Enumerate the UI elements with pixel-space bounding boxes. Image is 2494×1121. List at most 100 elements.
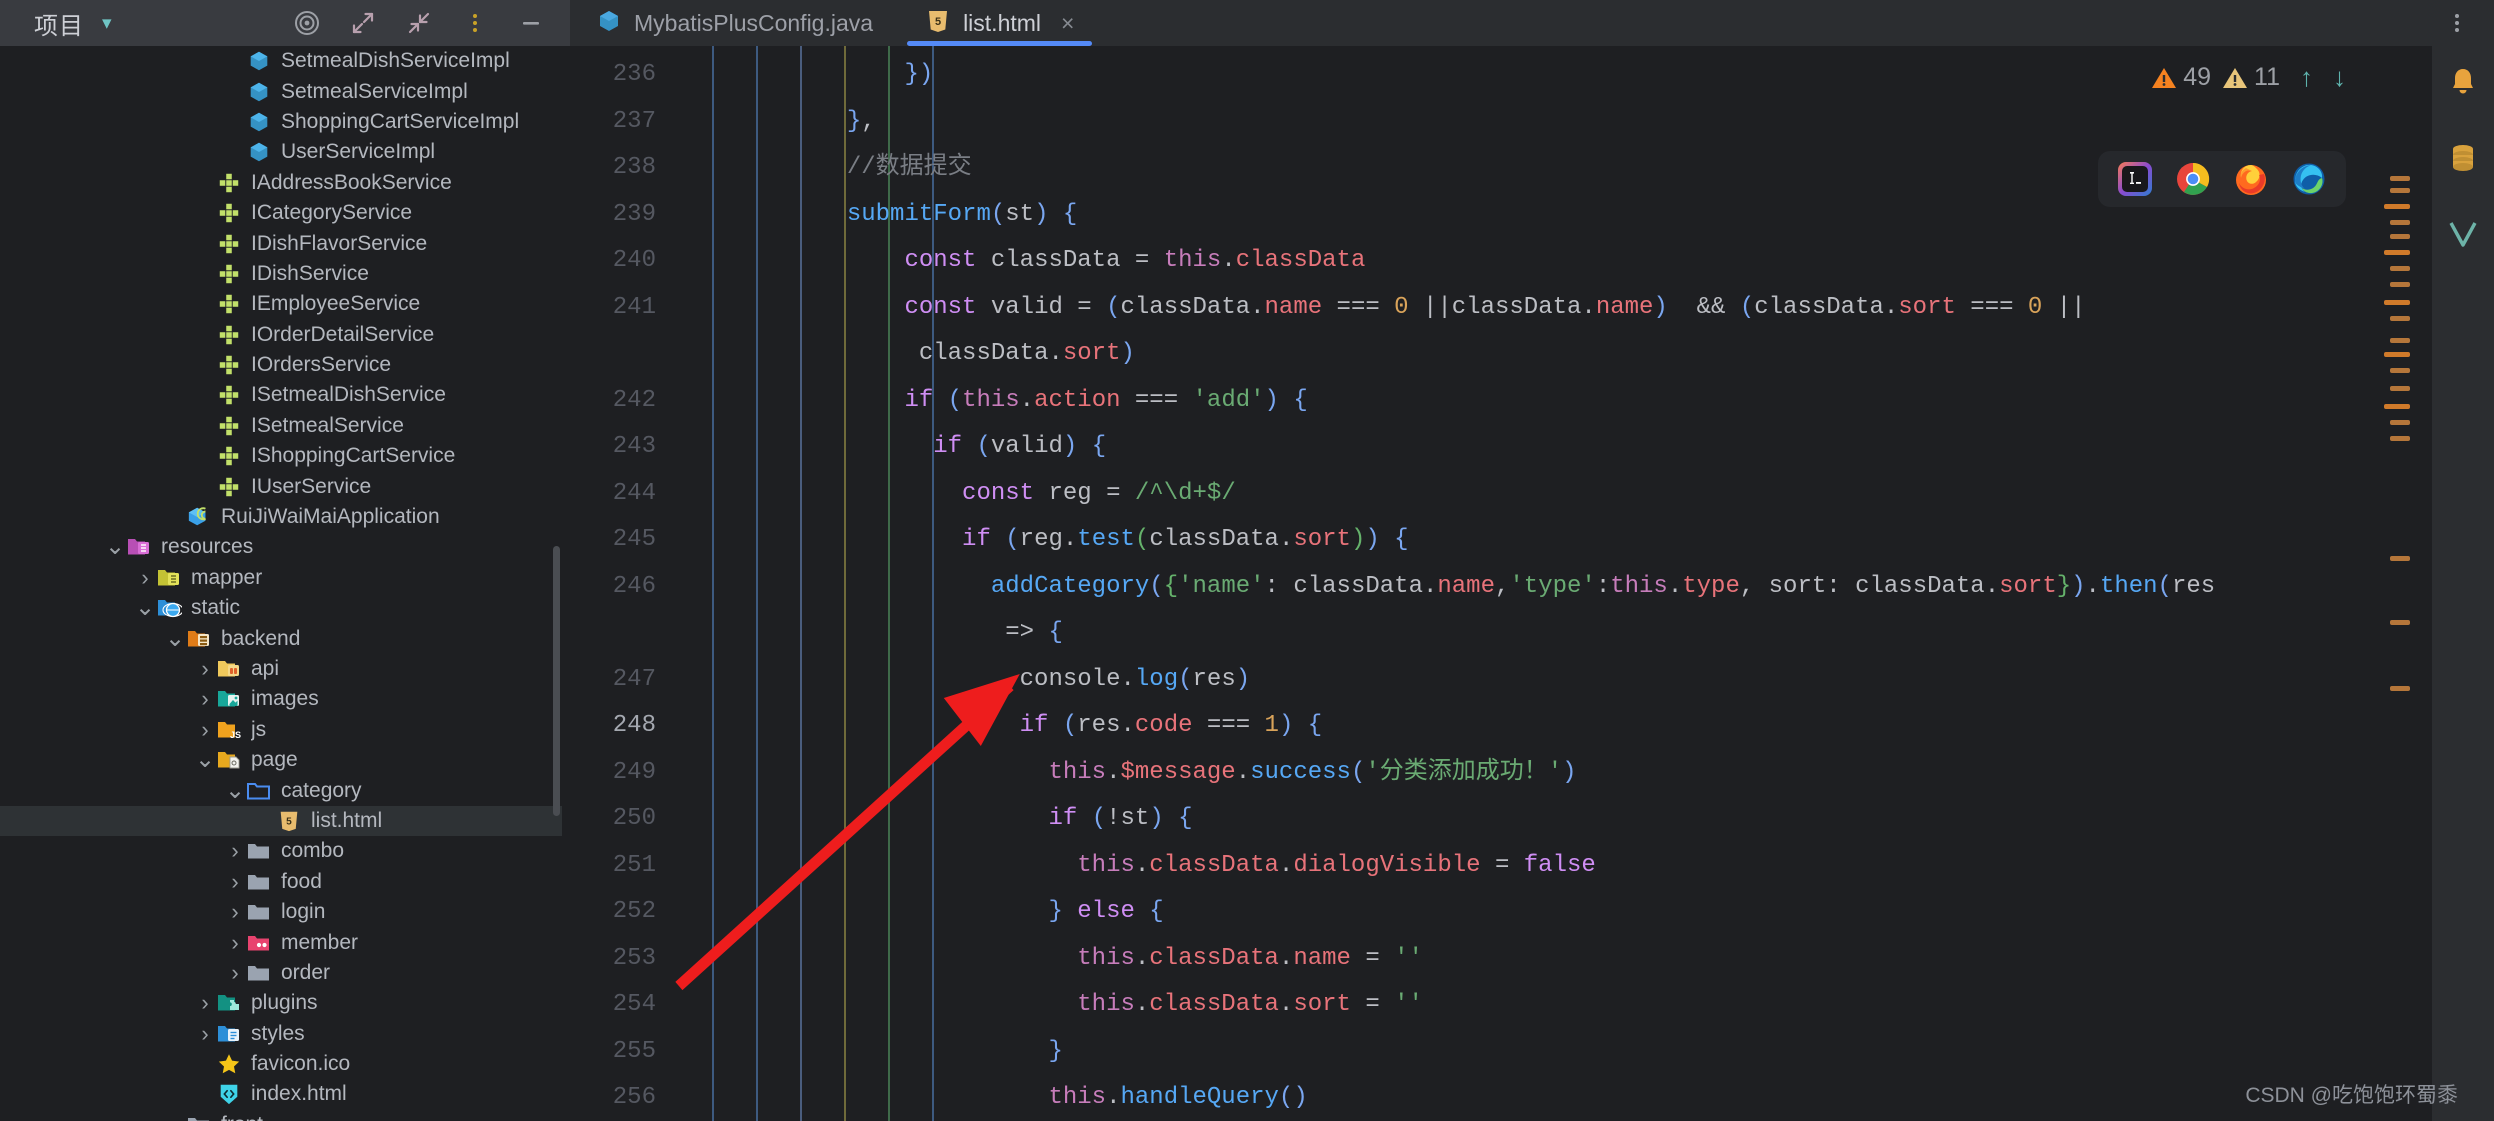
tree-item[interactable]: ›order <box>0 958 562 988</box>
previous-problem-button[interactable]: ↑ <box>2300 62 2313 93</box>
code-line[interactable]: } else { <box>674 889 2432 936</box>
code-line[interactable]: this.classData.dialogVisible = false <box>674 843 2432 890</box>
tree-item[interactable]: index.html <box>0 1079 562 1109</box>
chevron-down-icon[interactable]: ⌄ <box>224 786 246 796</box>
chevron-right-icon[interactable]: › <box>224 872 246 892</box>
tab-list-html[interactable]: 5 list.html × <box>899 0 1100 46</box>
tree-item[interactable]: IDishFlavorService <box>0 228 562 258</box>
chevron-right-icon[interactable]: › <box>194 1024 216 1044</box>
code-line[interactable]: const valid = (classData.name === 0 ||cl… <box>674 285 2432 332</box>
close-icon[interactable]: × <box>1061 10 1074 37</box>
chevron-right-icon[interactable]: › <box>224 902 246 922</box>
tree-item[interactable]: ISetmealService <box>0 411 562 441</box>
tree-item[interactable]: SetmealServiceImpl <box>0 76 562 106</box>
next-problem-button[interactable]: ↓ <box>2333 62 2346 93</box>
tree-scrollbar[interactable] <box>553 546 560 816</box>
tree-item[interactable]: ICategoryService <box>0 198 562 228</box>
code-line[interactable]: => { <box>674 610 2432 657</box>
browser-preview-strip[interactable] <box>2098 151 2346 207</box>
chevron-down-icon[interactable]: ▾ <box>102 12 112 35</box>
tree-item[interactable]: ›api <box>0 654 562 684</box>
intellij-browser-icon[interactable] <box>2118 162 2152 196</box>
error-count-group[interactable]: 49 <box>2150 63 2211 92</box>
minimize-icon[interactable] <box>518 10 544 36</box>
code-line[interactable]: addCategory({'name': classData.name,'typ… <box>674 564 2432 611</box>
tree-item[interactable]: IEmployeeService <box>0 289 562 319</box>
tree-item[interactable]: RuiJiWaiMaiApplication <box>0 502 562 532</box>
tree-item[interactable]: ⌄page <box>0 745 562 775</box>
more-vertical-icon[interactable] <box>462 10 488 36</box>
expand-icon[interactable] <box>350 10 376 36</box>
chevron-right-icon[interactable]: › <box>194 993 216 1013</box>
tree-item[interactable]: ›images <box>0 684 562 714</box>
code-line[interactable]: const classData = this.classData <box>674 238 2432 285</box>
warning-count-group[interactable]: 11 <box>2221 63 2280 92</box>
chevron-right-icon[interactable]: › <box>194 689 216 709</box>
edge-icon[interactable] <box>2292 162 2326 196</box>
tree-item[interactable]: IUserService <box>0 471 562 501</box>
tree-item[interactable]: ⌄static <box>0 593 562 623</box>
locate-target-icon[interactable] <box>294 10 320 36</box>
code-editor[interactable]: 2362372382392402412422432442452462472482… <box>562 46 2432 1121</box>
tree-item[interactable]: favicon.ico <box>0 1049 562 1079</box>
tree-item[interactable]: IDishService <box>0 259 562 289</box>
tree-item[interactable]: ›food <box>0 867 562 897</box>
error-stripe[interactable] <box>2384 86 2410 1121</box>
tree-item[interactable]: ⌄backend <box>0 623 562 653</box>
tree-item[interactable]: ShoppingCartServiceImpl <box>0 107 562 137</box>
chevron-right-icon[interactable]: › <box>164 1115 186 1121</box>
project-tree[interactable]: SetmealDishServiceImplSetmealServiceImpl… <box>0 46 562 1121</box>
tree-item[interactable]: UserServiceImpl <box>0 137 562 167</box>
code-line[interactable]: }, <box>674 99 2432 146</box>
chevron-down-icon[interactable]: ⌄ <box>104 542 126 552</box>
code-line[interactable]: } <box>674 1029 2432 1076</box>
chevron-right-icon[interactable]: › <box>194 720 216 740</box>
maven-icon[interactable] <box>2445 216 2481 252</box>
chevron-down-icon[interactable]: ⌄ <box>194 755 216 765</box>
tree-item[interactable]: IOrderDetailService <box>0 320 562 350</box>
tree-item[interactable]: ›JSjs <box>0 715 562 745</box>
tree-item[interactable]: ›login <box>0 897 562 927</box>
code-line[interactable]: this.classData.name = '' <box>674 936 2432 983</box>
tab-mybatisplusconfig[interactable]: MybatisPlusConfig.java <box>570 0 899 46</box>
right-tool-sidebar[interactable] <box>2432 46 2494 1121</box>
chevron-right-icon[interactable]: › <box>134 568 156 588</box>
tree-item-selected[interactable]: 5list.html <box>0 806 562 836</box>
chevron-down-icon[interactable]: ⌄ <box>134 603 156 613</box>
code-line[interactable]: if (this.action === 'add') { <box>674 378 2432 425</box>
code-line[interactable]: if (reg.test(classData.sort)) { <box>674 517 2432 564</box>
tree-item[interactable]: SetmealDishServiceImpl <box>0 46 562 76</box>
tree-item[interactable]: IAddressBookService <box>0 168 562 198</box>
code-line[interactable]: if (valid) { <box>674 424 2432 471</box>
code-line[interactable]: this.classData.sort = '' <box>674 982 2432 1029</box>
tree-item[interactable]: ISetmealDishService <box>0 380 562 410</box>
code-line[interactable]: this.$message.success('分类添加成功！') <box>674 750 2432 797</box>
code-line[interactable]: const reg = /^\d+$/ <box>674 471 2432 518</box>
tree-item[interactable]: ›member <box>0 927 562 957</box>
code-line[interactable]: if (!st) { <box>674 796 2432 843</box>
notifications-bell-icon[interactable] <box>2445 64 2481 100</box>
collapse-icon[interactable] <box>406 10 432 36</box>
chevron-right-icon[interactable]: › <box>194 659 216 679</box>
chrome-icon[interactable] <box>2176 162 2210 196</box>
code-line[interactable]: this.handleQuery() <box>674 1075 2432 1121</box>
tree-item[interactable]: ⌄category <box>0 775 562 805</box>
chevron-right-icon[interactable]: › <box>224 841 246 861</box>
tree-item[interactable]: ›mapper <box>0 563 562 593</box>
tree-item[interactable]: ›combo <box>0 836 562 866</box>
tree-item[interactable]: IOrdersService <box>0 350 562 380</box>
code-line[interactable]: console.log(res) <box>674 657 2432 704</box>
inspection-widget[interactable]: 49 11 ↑ ↓ <box>2150 62 2346 93</box>
tree-item[interactable]: ›styles <box>0 1019 562 1049</box>
chevron-right-icon[interactable]: › <box>224 933 246 953</box>
firefox-icon[interactable] <box>2234 162 2268 196</box>
tree-item[interactable]: IShoppingCartService <box>0 441 562 471</box>
editor-more-button[interactable] <box>2444 0 2494 46</box>
code-content[interactable]: }) }, //数据提交 submitForm(st) { const clas… <box>674 46 2432 1121</box>
chevron-right-icon[interactable]: › <box>224 963 246 983</box>
chevron-down-icon[interactable]: ⌄ <box>164 634 186 644</box>
tree-item[interactable]: ›plugins <box>0 988 562 1018</box>
tree-item[interactable]: ⌄resources <box>0 532 562 562</box>
code-line[interactable]: if (res.code === 1) { <box>674 703 2432 750</box>
code-line[interactable]: classData.sort) <box>674 331 2432 378</box>
